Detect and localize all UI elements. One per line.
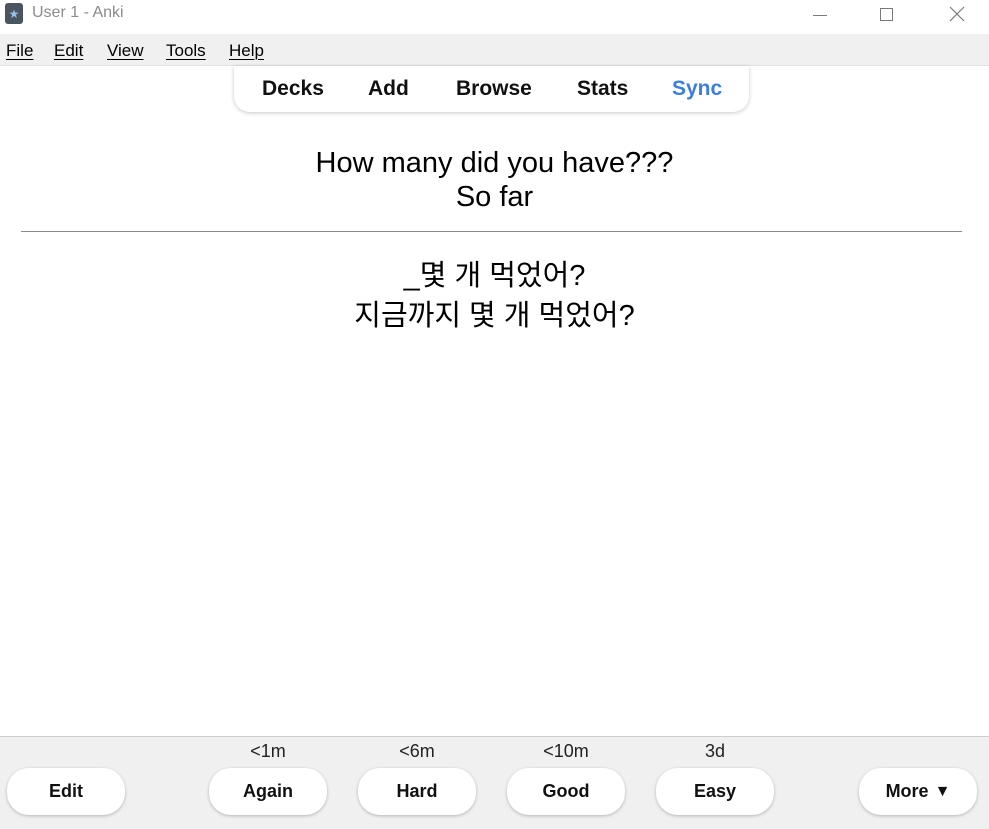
menu-edit[interactable]: Edit <box>54 41 83 61</box>
easy-button-label: Easy <box>693 781 737 801</box>
nav-sync[interactable]: Sync <box>672 77 722 101</box>
answer-divider <box>21 231 962 232</box>
top-nav: Decks Add Browse Stats Sync <box>234 66 749 112</box>
more-button[interactable]: More ▼ <box>859 768 977 815</box>
answer-bar: <1m <6m <10m 3d Edit Again Hard Good Eas… <box>0 736 989 829</box>
dropdown-triangle-icon: ▼ <box>934 782 951 800</box>
good-interval: <10m <box>543 741 589 761</box>
anki-window: ★ User 1 - Anki File Edit View Tools Hel… <box>0 0 989 829</box>
good-button-label: Good <box>542 781 590 801</box>
menu-help[interactable]: Help <box>229 41 264 61</box>
nav-browse[interactable]: Browse <box>456 77 532 101</box>
again-button[interactable]: Again <box>209 768 327 815</box>
menu-view[interactable]: View <box>107 41 144 61</box>
anki-star-icon: ★ <box>5 3 23 24</box>
nav-add[interactable]: Add <box>368 77 409 101</box>
hard-button[interactable]: Hard <box>358 768 476 815</box>
hard-interval: <6m <box>399 741 435 761</box>
menu-tools[interactable]: Tools <box>166 41 206 61</box>
title-bar: ★ User 1 - Anki <box>0 0 989 30</box>
edit-button-label: Edit <box>49 781 83 801</box>
easy-button[interactable]: Easy <box>656 768 774 815</box>
nav-stats[interactable]: Stats <box>577 77 628 101</box>
edit-button[interactable]: Edit <box>7 768 125 815</box>
menu-bar: File Edit View Tools Help <box>0 34 989 66</box>
good-button[interactable]: Good <box>507 768 625 815</box>
again-button-label: Again <box>242 781 293 801</box>
menu-file[interactable]: File <box>6 41 33 61</box>
easy-interval: 3d <box>704 741 726 761</box>
maximize-icon[interactable] <box>863 0 909 28</box>
close-icon[interactable] <box>934 0 980 28</box>
window-title: User 1 - Anki <box>32 4 124 21</box>
card-front-line-1: How many did you have??? <box>315 147 674 179</box>
nav-decks[interactable]: Decks <box>262 77 324 101</box>
minimize-icon[interactable] <box>797 0 843 28</box>
card-back-line-2: 지금까지 몇 개 먹었어? <box>354 300 635 332</box>
card-back-line-1: _몇 개 먹었어? <box>403 260 586 292</box>
more-button-label: More <box>885 781 929 801</box>
card-front-line-2: So far <box>455 181 534 213</box>
again-interval: <1m <box>250 741 286 761</box>
card-content: How many did you have??? So far _몇 개 먹었어… <box>0 112 989 736</box>
hard-button-label: Hard <box>396 781 438 801</box>
